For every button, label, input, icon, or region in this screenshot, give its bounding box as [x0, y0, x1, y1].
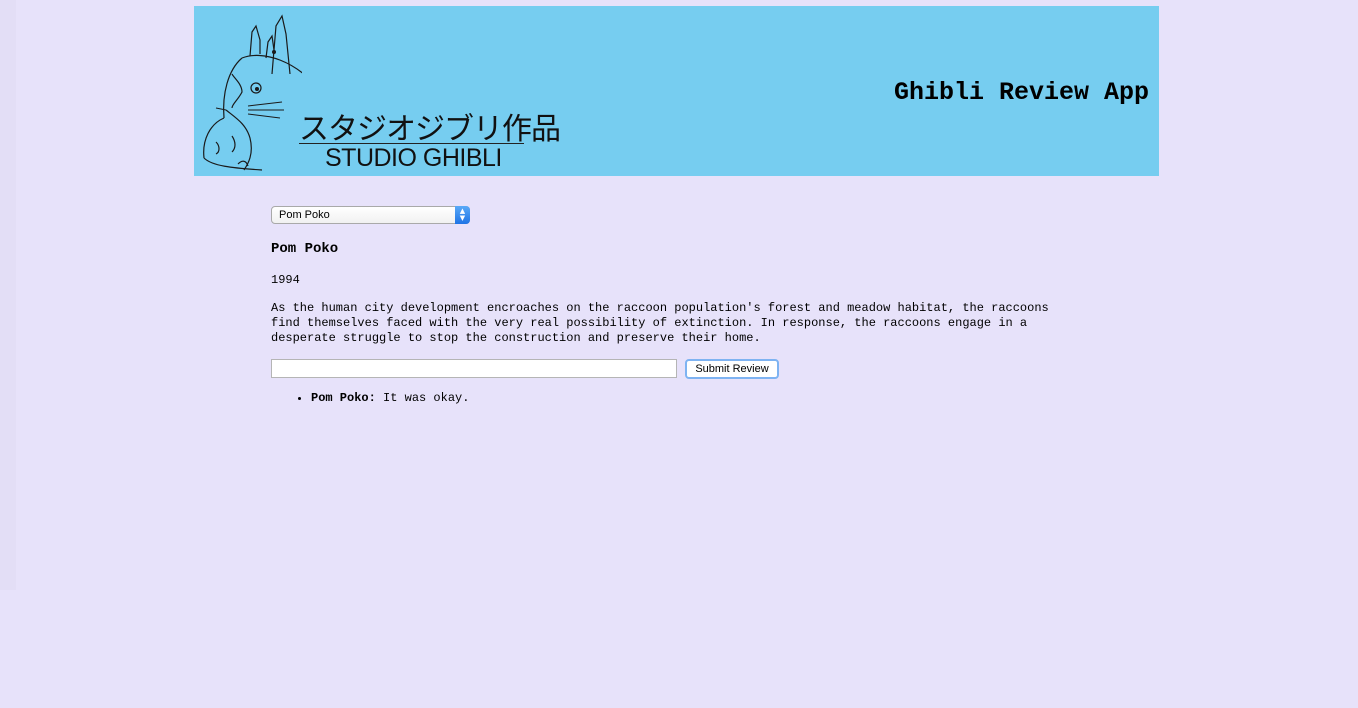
film-select[interactable]: Pom Poko ▲ ▼ — [271, 206, 470, 224]
review-form: Submit Review — [271, 359, 1071, 379]
film-title: Pom Poko — [271, 241, 339, 257]
review-input[interactable] — [271, 359, 677, 378]
review-film-name: Pom Poko: — [311, 391, 376, 405]
film-select-value[interactable]: Pom Poko — [271, 206, 470, 224]
film-description: As the human city development encroaches… — [271, 301, 1049, 345]
app-header: スタジオジブリ作品 STUDIO GHIBLI Ghibli Review Ap… — [194, 6, 1159, 176]
submit-review-button[interactable]: Submit Review — [685, 359, 779, 379]
page-edge — [0, 0, 16, 590]
review-text: It was okay. — [375, 391, 470, 405]
logo-text-japanese: スタジオジブリ作品 — [299, 112, 561, 147]
review-list: Pom Poko: It was okay. — [271, 391, 1071, 406]
film-year: 1994 — [271, 273, 300, 287]
studio-ghibli-logo: スタジオジブリ作品 STUDIO GHIBLI — [202, 14, 561, 174]
list-item: Pom Poko: It was okay. — [311, 391, 1071, 406]
main-content: Pom Poko ▲ ▼ Pom Poko 1994 As the human c… — [271, 206, 1071, 406]
totoro-icon — [203, 14, 302, 171]
app-title: Ghibli Review App — [893, 78, 1149, 107]
select-chevrons-icon[interactable]: ▲ ▼ — [455, 206, 470, 224]
logo-text-english: STUDIO GHIBLI — [325, 144, 502, 172]
